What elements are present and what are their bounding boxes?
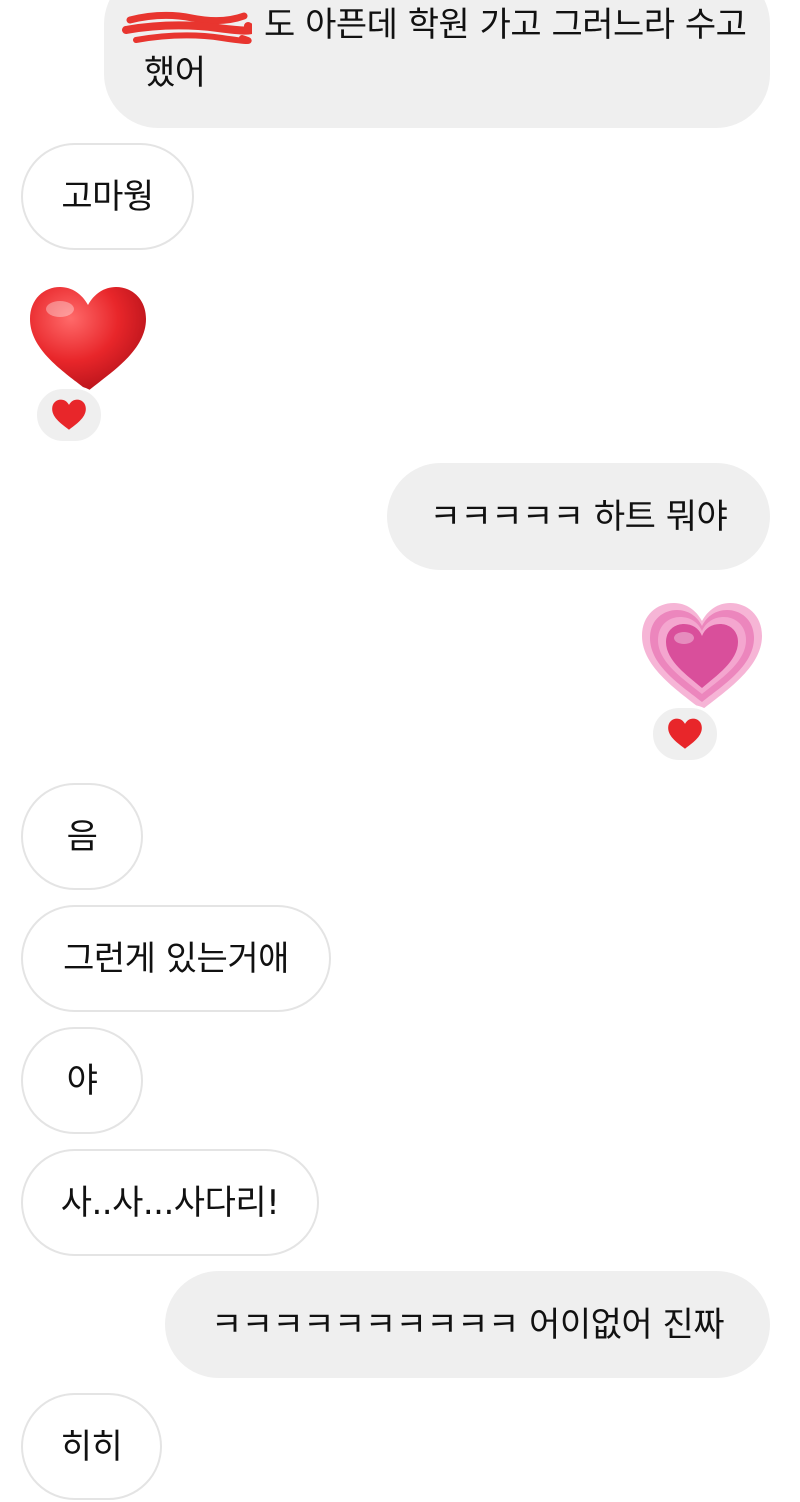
received-message-bubble[interactable]: 그런게 있는거애: [21, 905, 331, 1012]
red-heart-icon: [668, 718, 702, 749]
message-text: ㅋㅋㅋㅋㅋㅋㅋㅋㅋㅋ 어이없어 진짜: [210, 1304, 725, 1345]
sent-message-bubble[interactable]: 도 아픈데 학원 가고 그러느라 수고 했어: [104, 0, 770, 128]
redaction-scribble: [122, 11, 252, 44]
message-text: 고마웡: [61, 176, 154, 217]
red-heart-emoji[interactable]: [26, 285, 150, 395]
received-message-bubble[interactable]: 야: [21, 1027, 143, 1134]
growing-heart-emoji[interactable]: [640, 602, 764, 712]
received-message-bubble[interactable]: 음: [21, 783, 143, 890]
message-text-line2: 했어: [144, 53, 206, 93]
message-text: 히히: [60, 1426, 123, 1467]
message-text-line1: 도 아픈데 학원 가고 그러느라 수고: [264, 5, 747, 45]
message-text: ㅋㅋㅋㅋㅋ 하트 뭐야: [429, 496, 728, 537]
red-heart-icon: [52, 399, 86, 430]
reaction-badge[interactable]: [34, 386, 104, 444]
sent-message-bubble[interactable]: ㅋㅋㅋㅋㅋ 하트 뭐야: [387, 463, 770, 570]
reaction-badge[interactable]: [650, 705, 720, 763]
message-text: 야: [66, 1060, 98, 1101]
received-message-bubble[interactable]: 사..사...사다리!: [21, 1149, 319, 1256]
message-text: 음: [66, 816, 98, 857]
sent-message-bubble[interactable]: ㅋㅋㅋㅋㅋㅋㅋㅋㅋㅋ 어이없어 진짜: [165, 1271, 770, 1378]
received-message-bubble[interactable]: 히히: [21, 1393, 162, 1500]
received-message-bubble[interactable]: 고마웡: [21, 143, 194, 250]
message-text: 사..사...사다리!: [60, 1182, 280, 1223]
message-text: 그런게 있는거애: [63, 938, 289, 979]
